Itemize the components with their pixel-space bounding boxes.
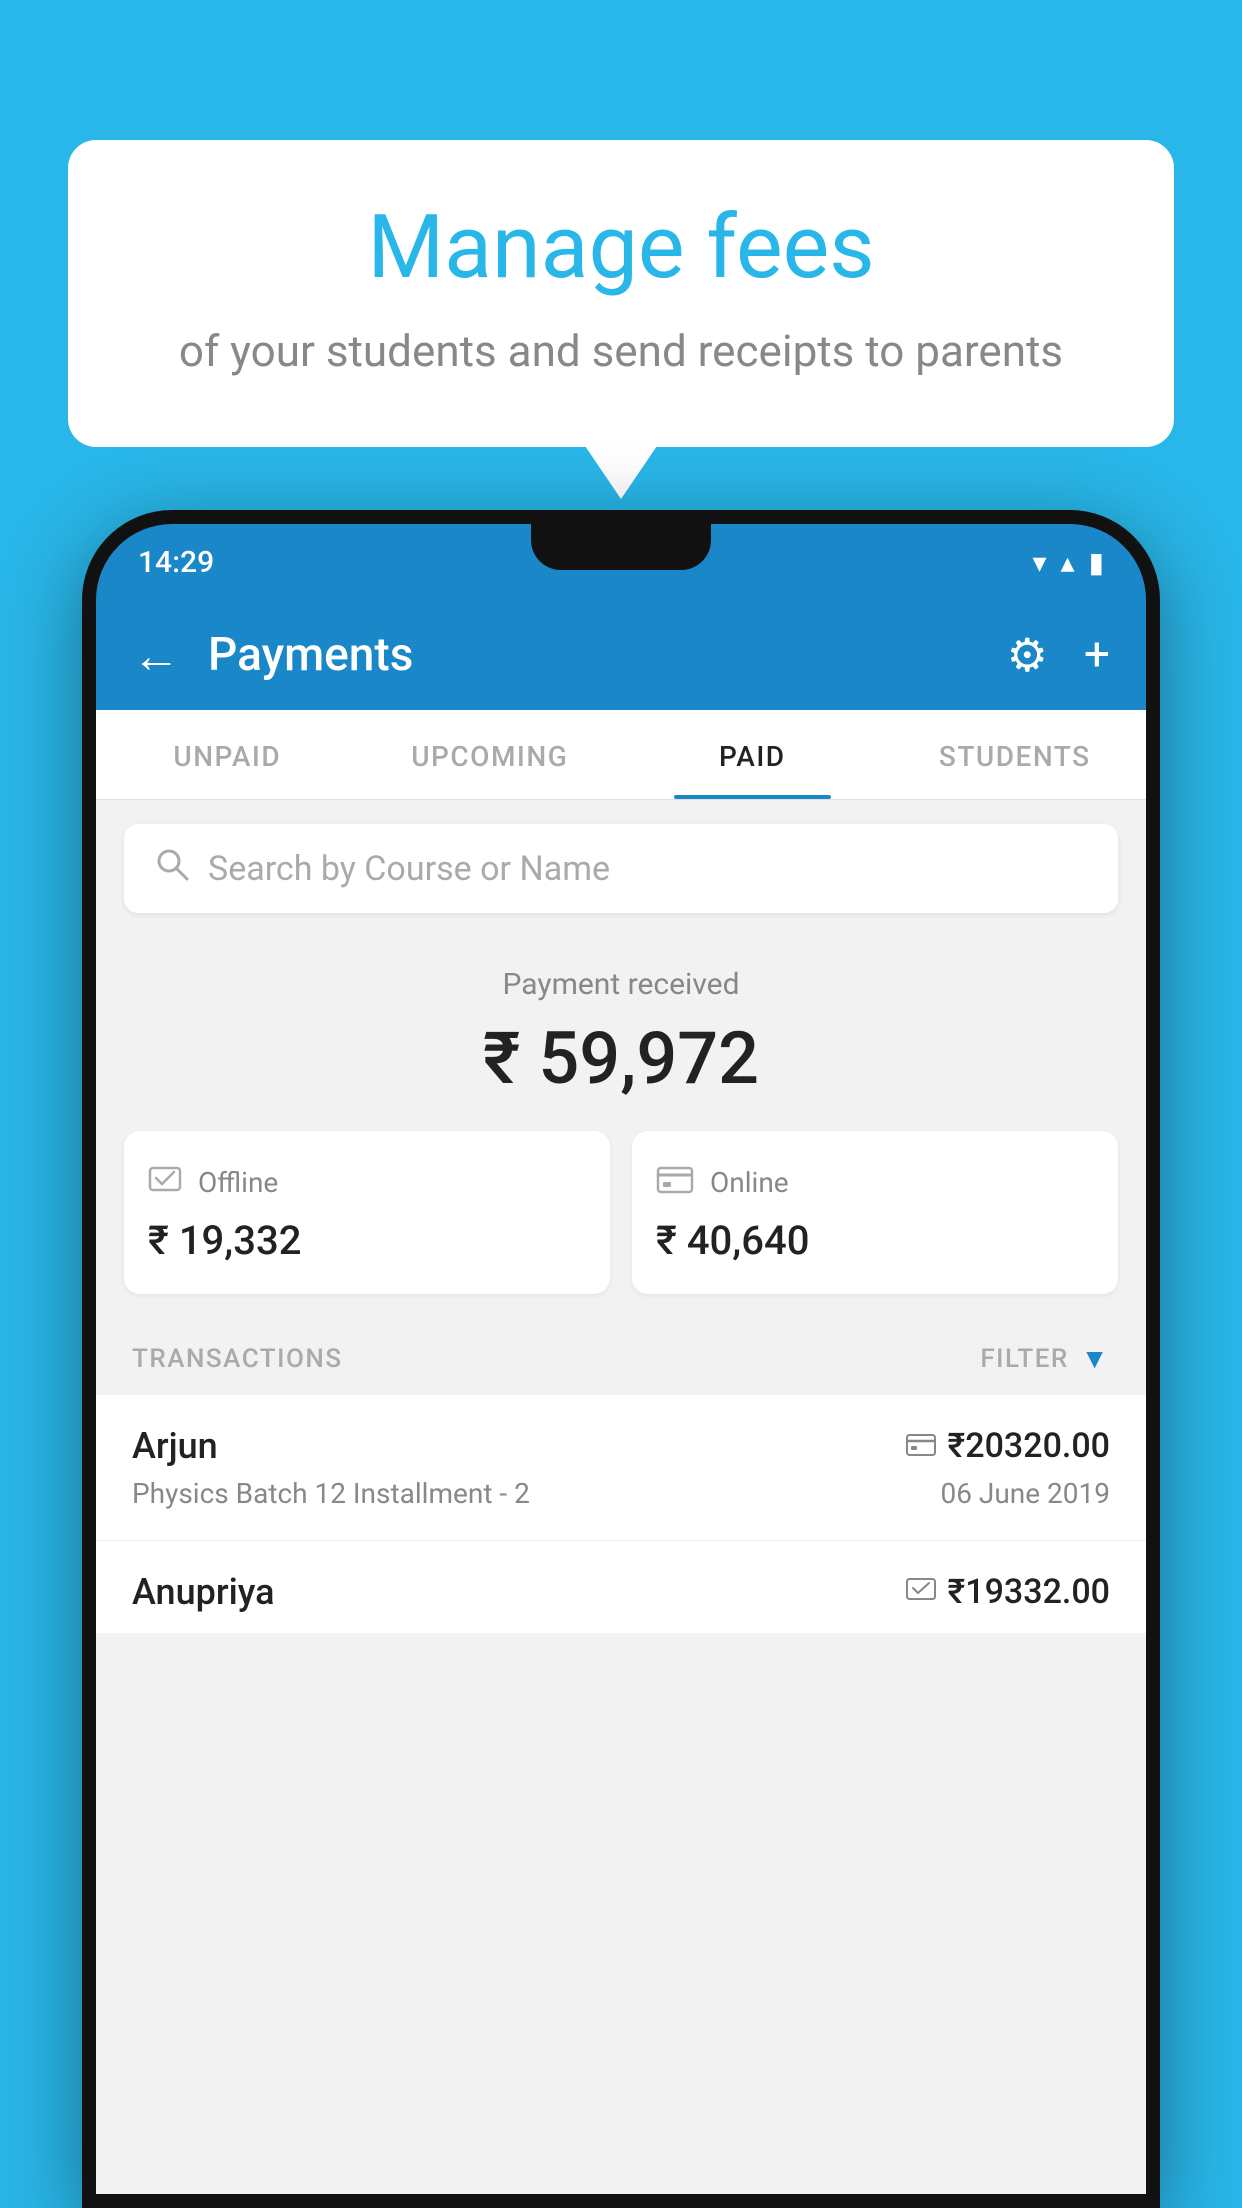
transactions-list: Arjun ₹20320.00 Physics Batch 1 — [96, 1395, 1146, 1633]
notch — [531, 524, 711, 570]
offline-card-header: Offline — [148, 1161, 586, 1203]
app-bar: ← Payments ⚙ + — [96, 600, 1146, 710]
payment-summary: Payment received ₹ 59,972 Offline — [96, 937, 1146, 1318]
headline-subtitle: of your students and send receipts to pa… — [148, 325, 1094, 377]
payment-cards: Offline ₹ 19,332 Onli — [124, 1131, 1118, 1294]
transaction-amount-row: ₹20320.00 — [906, 1426, 1110, 1466]
phone-screen: Search by Course or Name Payment receive… — [96, 800, 1146, 2208]
payment-received-label: Payment received — [124, 967, 1118, 1002]
offline-amount: ₹ 19,332 — [148, 1217, 586, 1264]
settings-icon[interactable]: ⚙ — [1007, 628, 1048, 683]
signal-icon: ▴ — [1061, 546, 1075, 579]
battery-icon: ▮ — [1089, 546, 1104, 579]
filter-icon: ▼ — [1081, 1342, 1110, 1375]
offline-payment-card: Offline ₹ 19,332 — [124, 1131, 610, 1294]
online-payment-icon — [906, 1429, 936, 1464]
app-bar-actions: ⚙ + — [1007, 628, 1110, 683]
online-payment-card: Online ₹ 40,640 — [632, 1131, 1118, 1294]
filter-button[interactable]: FILTER ▼ — [980, 1342, 1110, 1375]
tab-upcoming[interactable]: UPCOMING — [359, 710, 622, 799]
tabs-bar: UNPAID UPCOMING PAID STUDENTS — [96, 710, 1146, 800]
tab-paid[interactable]: PAID — [621, 710, 884, 799]
offline-icon — [148, 1161, 182, 1203]
status-icons: ▾ ▴ ▮ — [1032, 546, 1104, 579]
status-time: 14:29 — [138, 545, 214, 580]
transaction-course: Physics Batch 12 Installment - 2 — [132, 1477, 530, 1510]
tab-unpaid[interactable]: UNPAID — [96, 710, 359, 799]
page-title: Payments — [208, 628, 979, 682]
transaction-amount: ₹20320.00 — [948, 1426, 1110, 1466]
transaction-name-2: Anupriya — [132, 1571, 275, 1613]
transactions-label: TRANSACTIONS — [132, 1344, 343, 1374]
transaction-row-bottom: Physics Batch 12 Installment - 2 06 June… — [132, 1477, 1110, 1510]
transaction-name: Arjun — [132, 1425, 218, 1467]
tab-students[interactable]: STUDENTS — [884, 710, 1147, 799]
transactions-header: TRANSACTIONS FILTER ▼ — [96, 1318, 1146, 1395]
online-label: Online — [710, 1166, 789, 1199]
transaction-row-top-2: Anupriya ₹19332.00 — [132, 1571, 1110, 1613]
phone-frame: 14:29 ▾ ▴ ▮ ← Payments ⚙ + UNPAID UPCOMI… — [82, 510, 1160, 2208]
search-icon — [154, 846, 190, 891]
back-button[interactable]: ← — [132, 627, 180, 684]
offline-label: Offline — [198, 1166, 278, 1199]
transaction-row-top: Arjun ₹20320.00 — [132, 1425, 1110, 1467]
headline-title: Manage fees — [148, 200, 1094, 297]
transaction-amount-2: ₹19332.00 — [948, 1572, 1110, 1612]
add-icon[interactable]: + — [1084, 628, 1110, 682]
transaction-amount-row-2: ₹19332.00 — [906, 1572, 1110, 1612]
search-input[interactable]: Search by Course or Name — [208, 849, 1088, 889]
payment-total-amount: ₹ 59,972 — [124, 1016, 1118, 1101]
wifi-icon: ▾ — [1032, 546, 1046, 579]
search-bar-container: Search by Course or Name — [96, 800, 1146, 937]
offline-payment-icon — [906, 1575, 936, 1610]
speech-bubble-container: Manage fees of your students and send re… — [68, 140, 1174, 447]
online-icon — [656, 1161, 694, 1203]
table-row[interactable]: Arjun ₹20320.00 Physics Batch 1 — [96, 1395, 1146, 1541]
transaction-date: 06 June 2019 — [940, 1477, 1110, 1510]
filter-label: FILTER — [980, 1344, 1068, 1374]
online-card-header: Online — [656, 1161, 1094, 1203]
search-bar[interactable]: Search by Course or Name — [124, 824, 1118, 913]
table-row[interactable]: Anupriya ₹19332.00 — [96, 1541, 1146, 1633]
online-amount: ₹ 40,640 — [656, 1217, 1094, 1264]
status-bar: 14:29 ▾ ▴ ▮ — [96, 524, 1146, 600]
speech-bubble: Manage fees of your students and send re… — [68, 140, 1174, 447]
